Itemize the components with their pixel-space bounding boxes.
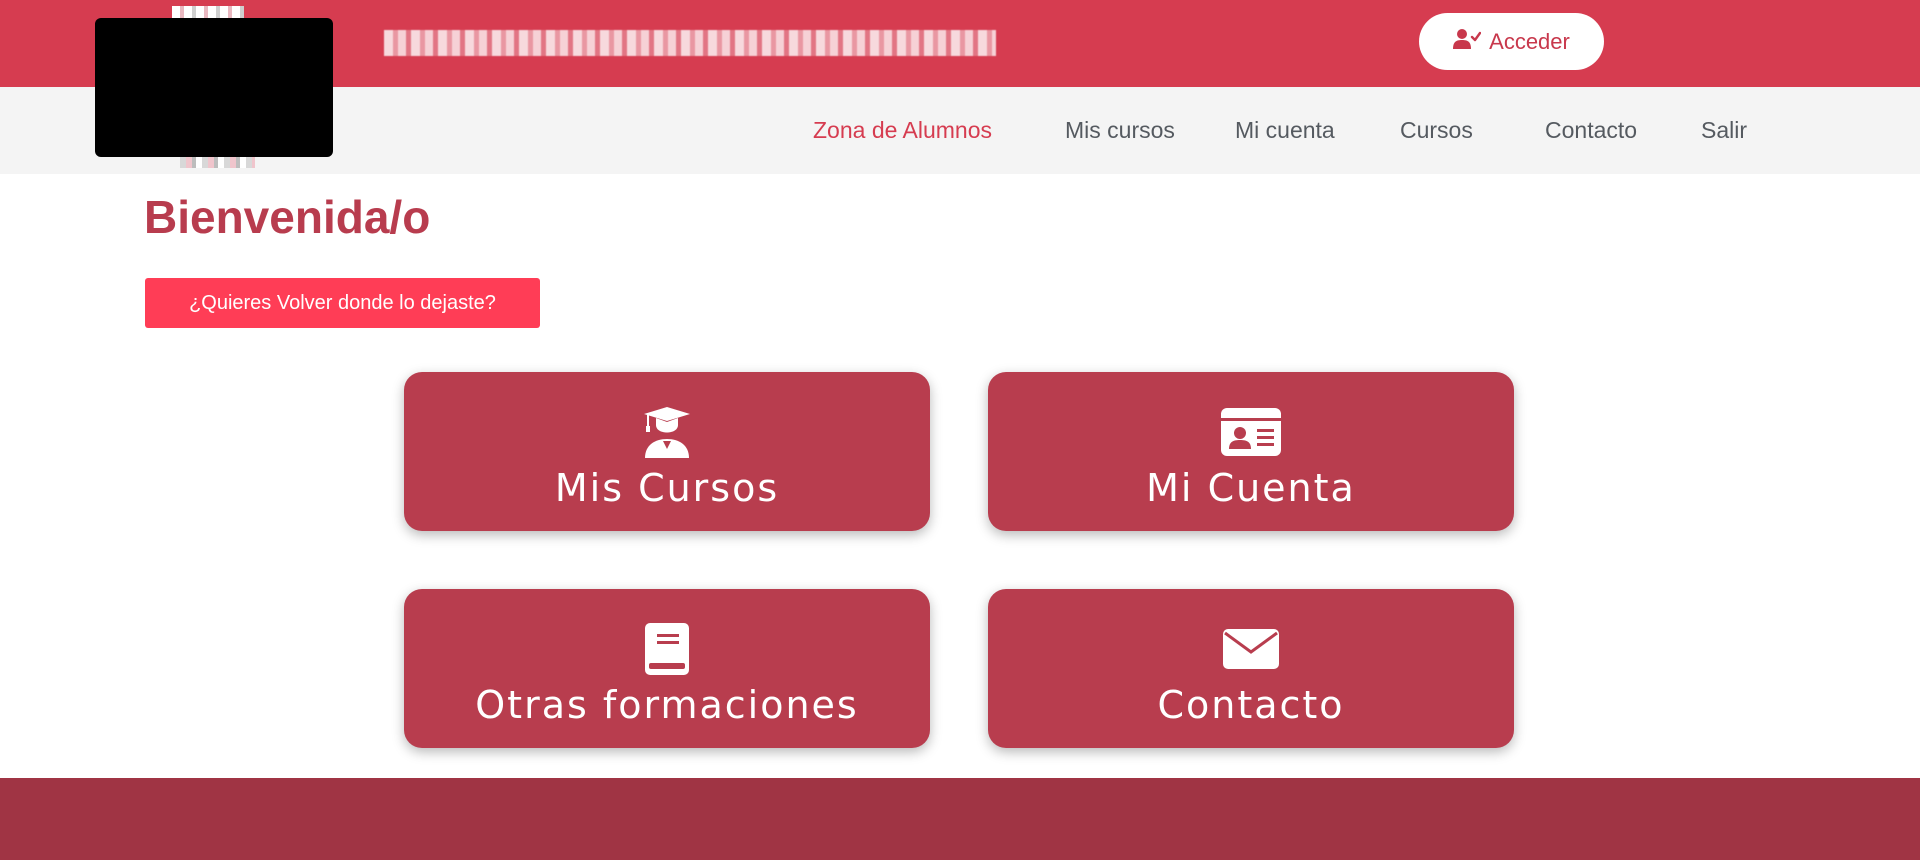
nav-item-zona-de-alumnos[interactable]: Zona de Alumnos xyxy=(813,117,992,144)
id-card-icon xyxy=(1221,404,1281,460)
nav-item-contacto[interactable]: Contacto xyxy=(1545,117,1637,144)
envelope-icon xyxy=(1223,621,1279,677)
card-label: Mis Cursos xyxy=(554,466,780,510)
page-title: Bienvenida/o xyxy=(144,191,431,243)
graduate-icon xyxy=(642,404,692,460)
login-button[interactable]: Acceder xyxy=(1419,13,1604,70)
nav-item-mis-cursos[interactable]: Mis cursos xyxy=(1065,117,1175,144)
resume-course-button[interactable]: ¿Quieres Volver donde lo dejaste? xyxy=(145,278,540,328)
card-mis-cursos[interactable]: Mis Cursos xyxy=(404,372,930,531)
card-label: Otras formaciones xyxy=(475,683,859,727)
user-check-icon xyxy=(1453,28,1482,56)
card-label: Mi Cuenta xyxy=(1146,466,1356,510)
card-contacto[interactable]: Contacto xyxy=(988,589,1514,748)
card-label: Contacto xyxy=(1157,683,1345,727)
logo-redacted xyxy=(95,18,333,157)
card-mi-cuenta[interactable]: Mi Cuenta xyxy=(988,372,1514,531)
announcement-text-redacted xyxy=(384,30,996,56)
login-label: Acceder xyxy=(1489,28,1570,54)
book-icon xyxy=(643,621,691,677)
nav-item-mi-cuenta[interactable]: Mi cuenta xyxy=(1235,117,1335,144)
footer xyxy=(0,778,1920,860)
nav-item-salir[interactable]: Salir xyxy=(1701,117,1747,144)
card-otras-formaciones[interactable]: Otras formaciones xyxy=(404,589,930,748)
nav-item-cursos[interactable]: Cursos xyxy=(1400,117,1473,144)
